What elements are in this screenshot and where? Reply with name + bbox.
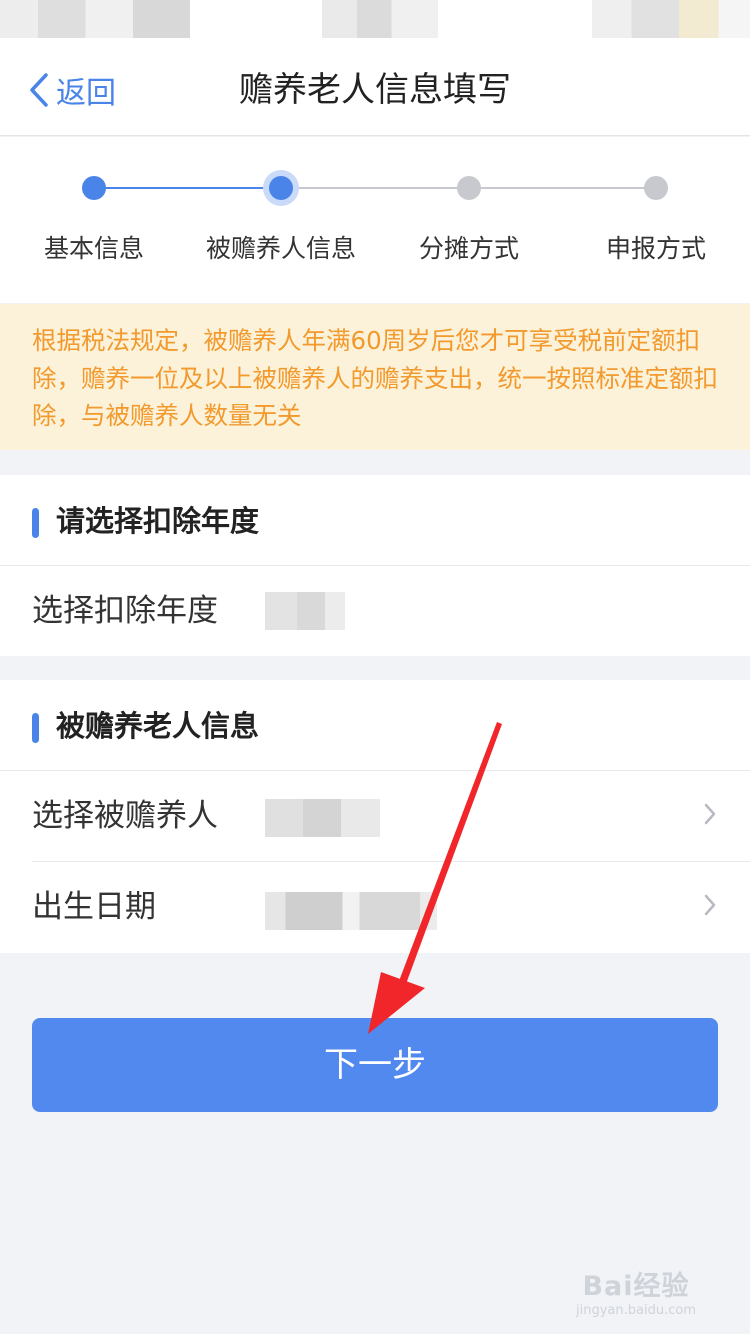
- select-year-label: 选择扣除年度: [32, 593, 218, 629]
- elder-info-card: 被赡养老人信息 选择被赡养人 出生日期: [0, 680, 750, 953]
- blurred-status-right: [592, 0, 750, 38]
- step-dot-4: [644, 176, 668, 200]
- select-dependent-row[interactable]: 选择被赡养人: [0, 771, 750, 862]
- blurred-status-left: [0, 0, 190, 38]
- section-header-year: 请选择扣除年度: [0, 475, 750, 566]
- step-dot-2: [269, 176, 293, 200]
- tax-notice: 根据税法规定，被赡养人年满60周岁后您才可享受税前定额扣除，赡养一位及以上被赡养…: [0, 304, 750, 450]
- baidu-jingyan-watermark: Bai经验 jingyan.baidu.com: [566, 1264, 706, 1318]
- chevron-right-icon: [704, 894, 716, 916]
- status-bar: [0, 0, 750, 40]
- masked-year-value: [265, 592, 345, 630]
- chevron-right-icon: [704, 803, 716, 825]
- nav-bar: 返回 赡养老人信息填写: [0, 40, 750, 136]
- blurred-status-center: [322, 0, 438, 38]
- step-label-4: 申报方式: [605, 234, 707, 263]
- watermark-url: jingyan.baidu.com: [576, 1303, 696, 1318]
- step-progress: 基本信息 被赡养人信息 分摊方式 申报方式: [0, 137, 750, 303]
- select-year-row[interactable]: 选择扣除年度: [0, 566, 750, 657]
- section-title-elder: 被赡养老人信息: [56, 709, 260, 743]
- page-title: 赡养老人信息填写: [239, 70, 511, 110]
- step-label-3: 分摊方式: [418, 234, 520, 263]
- deduction-year-card: 请选择扣除年度 选择扣除年度: [0, 475, 750, 656]
- step-dot-1: [82, 176, 106, 200]
- masked-dependent-value: [265, 799, 380, 837]
- select-dependent-label: 选择被赡养人: [32, 798, 218, 834]
- step-dot-3: [457, 176, 481, 200]
- step-connector-done: [94, 187, 281, 189]
- section-accent-bar: [32, 508, 39, 538]
- birth-date-row[interactable]: 出生日期: [0, 862, 750, 953]
- step-label-1: 基本信息: [43, 234, 145, 263]
- section-title-year: 请选择扣除年度: [56, 504, 260, 538]
- watermark-logo-text: Bai经验: [582, 1271, 690, 1302]
- step-label-2: 被赡养人信息: [205, 234, 357, 263]
- section-accent-bar: [32, 713, 39, 743]
- birth-date-label: 出生日期: [32, 889, 156, 925]
- section-header-elder: 被赡养老人信息: [0, 680, 750, 771]
- next-step-button[interactable]: 下一步: [32, 1018, 718, 1112]
- masked-birth-date-value: [265, 892, 437, 930]
